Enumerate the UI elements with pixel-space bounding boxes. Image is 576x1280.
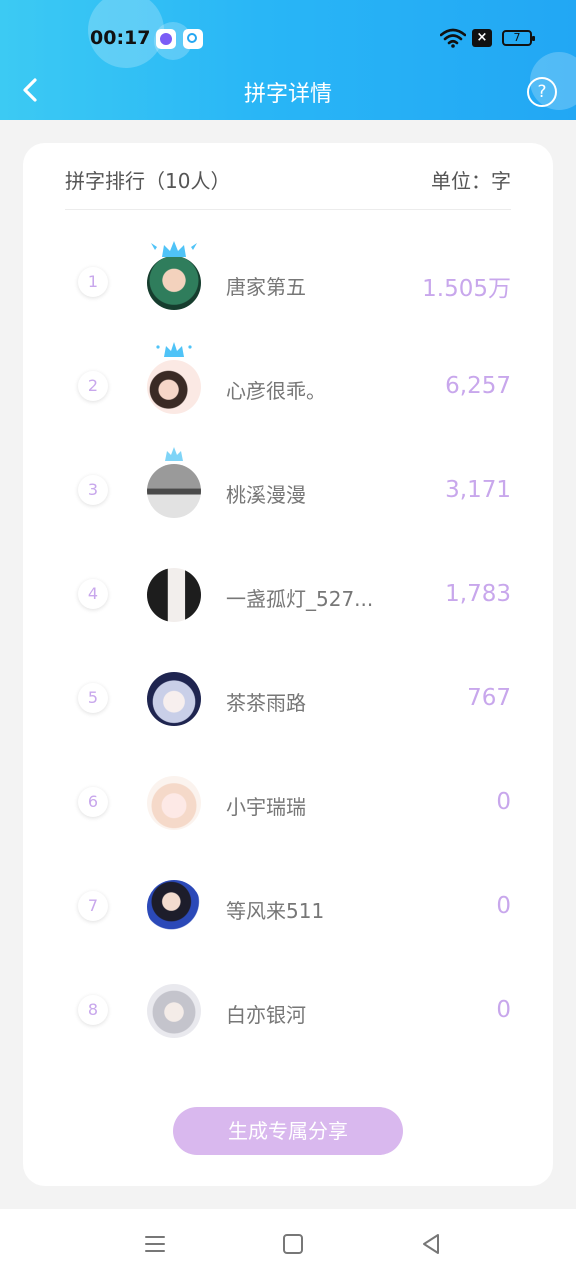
- rank-badge: 4: [78, 579, 108, 609]
- user-score: 767: [467, 685, 511, 711]
- avatar[interactable]: [147, 256, 201, 310]
- rank-badge: 7: [78, 891, 108, 921]
- ranking-row[interactable]: 7 等风来511 0: [23, 865, 553, 969]
- rank-badge: 2: [78, 371, 108, 401]
- user-name: 一盏孤灯_527...: [226, 587, 374, 611]
- ranking-row[interactable]: 2 心彦很乖。 6,257: [23, 342, 553, 449]
- rank-badge: 1: [78, 267, 108, 297]
- user-name: 桃溪漫漫: [226, 483, 306, 507]
- back-nav-button[interactable]: [416, 1229, 446, 1259]
- home-button[interactable]: [278, 1229, 308, 1259]
- user-name: 小宇瑞瑞: [226, 795, 306, 819]
- help-button[interactable]: ?: [527, 77, 557, 107]
- user-score: 3,171: [445, 477, 511, 503]
- help-icon: ?: [537, 82, 547, 102]
- ranking-row[interactable]: 3 桃溪漫漫 3,171: [23, 447, 553, 553]
- avatar[interactable]: [147, 464, 201, 518]
- home-square-icon: [283, 1234, 303, 1254]
- user-score: 1,783: [445, 581, 511, 607]
- back-triangle-icon: [423, 1234, 439, 1254]
- ranking-row[interactable]: 5 茶茶雨路 767: [23, 657, 553, 761]
- rank-badge: 3: [78, 475, 108, 505]
- menu-button[interactable]: [140, 1229, 170, 1259]
- page-title: 拼字详情: [243, 82, 332, 107]
- user-name: 心彦很乖。: [226, 379, 326, 403]
- app-notification-icon: [183, 29, 203, 49]
- rank-badge: 6: [78, 787, 108, 817]
- user-name: 等风来511: [226, 899, 325, 923]
- ranking-row[interactable]: 1 唐家第五 1.505万: [23, 241, 553, 345]
- user-score: 0: [496, 893, 511, 919]
- app-header: 00:17 × 7 拼字详情 ?: [0, 0, 576, 120]
- rank-badge: 5: [78, 683, 108, 713]
- avatar[interactable]: [147, 568, 201, 622]
- wifi-icon: [440, 28, 466, 48]
- menu-icon: [145, 1236, 165, 1252]
- ranking-card: 拼字排行（10人） 单位：字 1 唐家第五 1.505万 2 心彦很乖。 6,2…: [23, 143, 553, 1186]
- user-score: 1.505万: [422, 276, 511, 302]
- crown-icon: [156, 342, 192, 357]
- crown-icon: [165, 447, 183, 461]
- status-bar: 00:17 × 7: [0, 0, 576, 78]
- avatar[interactable]: [147, 360, 201, 414]
- ranking-row[interactable]: 6 小宇瑞瑞 0: [23, 761, 553, 865]
- battery-icon: 7: [502, 30, 535, 46]
- generate-share-button[interactable]: 生成专属分享: [173, 1107, 403, 1155]
- crown-icon: [151, 241, 197, 257]
- status-time: 00:17: [90, 27, 151, 49]
- avatar[interactable]: [147, 880, 201, 934]
- avatar[interactable]: [147, 672, 201, 726]
- user-score: 0: [496, 789, 511, 815]
- user-name: 唐家第五: [226, 275, 306, 299]
- ranking-row[interactable]: 4 一盏孤灯_527... 1,783: [23, 553, 553, 657]
- app-notification-icon: [156, 29, 176, 49]
- ranking-card-header: 拼字排行（10人） 单位：字: [65, 165, 511, 210]
- avatar[interactable]: [147, 776, 201, 830]
- user-score: 6,257: [445, 373, 511, 399]
- user-name: 茶茶雨路: [226, 691, 306, 715]
- ranking-unit: 单位：字: [431, 169, 511, 193]
- rank-badge: 8: [78, 995, 108, 1025]
- sim-off-icon: ×: [472, 29, 492, 47]
- system-nav-bar: [0, 1209, 576, 1280]
- user-score: 0: [496, 997, 511, 1023]
- user-name: 白亦银河: [226, 1003, 306, 1027]
- ranking-row[interactable]: 8 白亦银河 0: [23, 969, 553, 1073]
- ranking-title: 拼字排行（10人）: [65, 169, 231, 193]
- avatar[interactable]: [147, 984, 201, 1038]
